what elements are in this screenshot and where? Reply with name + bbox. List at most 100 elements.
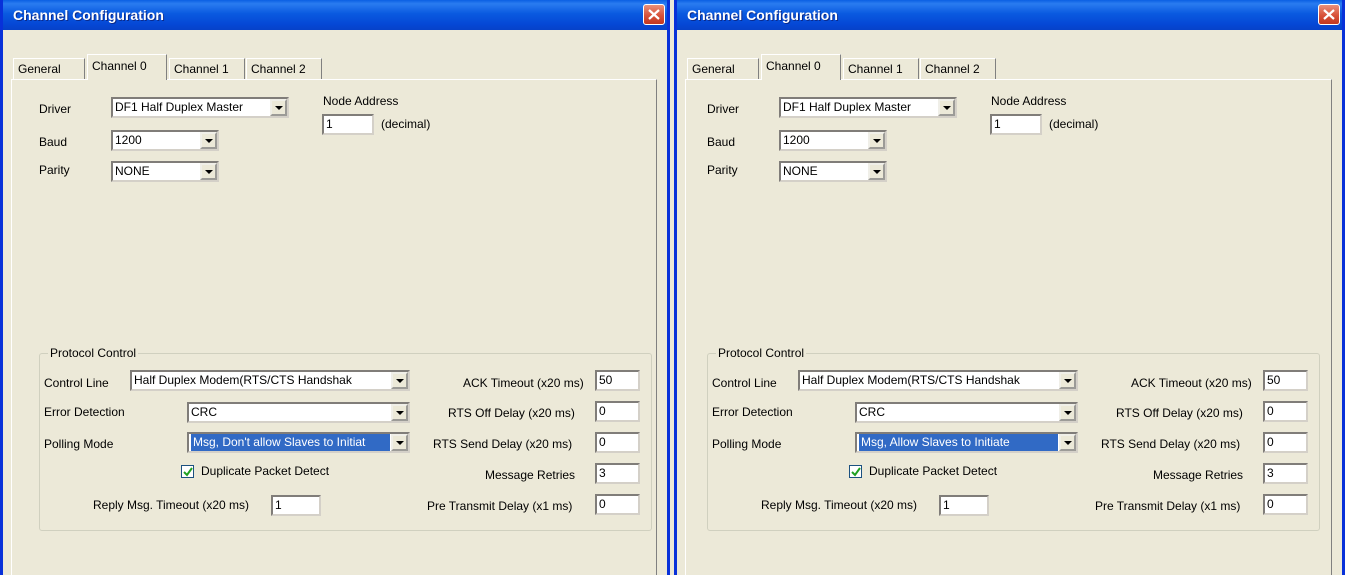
polling-mode-label: Polling Mode <box>712 437 782 451</box>
baud-select[interactable]: 1200 <box>111 130 219 151</box>
chevron-down-icon[interactable] <box>270 99 287 116</box>
driver-select[interactable]: DF1 Half Duplex Master <box>779 97 957 118</box>
polling-mode-label: Polling Mode <box>44 437 114 451</box>
baud-label: Baud <box>39 135 68 149</box>
ack-timeout-label: ACK Timeout (x20 ms) <box>1131 376 1252 390</box>
parity-select[interactable]: NONE <box>111 161 219 182</box>
ack-timeout-input[interactable]: 50 <box>1263 370 1308 391</box>
channel-config-window-right: Channel Configuration General Channel 0 … <box>674 0 1345 575</box>
polling-mode-value: Msg, Don't allow Slaves to Initiat <box>191 434 390 451</box>
chevron-down-icon[interactable] <box>938 99 955 116</box>
tab-label: Channel 0 <box>766 59 821 73</box>
tab-channel-2[interactable]: Channel 2 <box>920 58 996 79</box>
chevron-down-icon[interactable] <box>1059 372 1076 389</box>
driver-value: DF1 Half Duplex Master <box>783 100 912 114</box>
driver-select[interactable]: DF1 Half Duplex Master <box>111 97 289 118</box>
control-line-select[interactable]: Half Duplex Modem(RTS/CTS Handshak <box>798 370 1078 391</box>
chevron-down-icon[interactable] <box>391 372 408 389</box>
title-bar[interactable]: Channel Configuration <box>677 0 1342 30</box>
control-line-label: Control Line <box>44 376 109 390</box>
rts-off-delay-input[interactable]: 0 <box>1263 401 1308 422</box>
tab-label: Channel 1 <box>174 62 229 76</box>
parity-label: Parity <box>707 163 738 177</box>
baud-select[interactable]: 1200 <box>779 130 887 151</box>
tab-general[interactable]: General <box>687 58 759 79</box>
tab-channel-0[interactable]: Channel 0 <box>87 54 167 80</box>
chevron-down-icon[interactable] <box>391 434 408 451</box>
error-detection-value: CRC <box>191 405 217 419</box>
close-icon <box>648 9 660 20</box>
baud-value: 1200 <box>115 133 142 147</box>
chevron-down-icon[interactable] <box>1059 434 1076 451</box>
tab-channel-2[interactable]: Channel 2 <box>246 58 322 79</box>
close-button[interactable] <box>1318 4 1340 25</box>
window-title: Channel Configuration <box>13 7 164 23</box>
polling-mode-select[interactable]: Msg, Allow Slaves to Initiate <box>855 432 1078 453</box>
title-bar[interactable]: Channel Configuration <box>3 0 667 30</box>
reply-timeout-label: Reply Msg. Timeout (x20 ms) <box>761 498 918 512</box>
pre-transmit-delay-input[interactable]: 0 <box>1263 494 1308 515</box>
rts-off-delay-input[interactable]: 0 <box>595 401 640 422</box>
polling-mode-value: Msg, Allow Slaves to Initiate <box>859 434 1058 451</box>
message-retries-input[interactable]: 3 <box>1263 463 1308 484</box>
pre-transmit-delay-label: Pre Transmit Delay (x1 ms) <box>427 499 573 513</box>
rts-off-delay-label: RTS Off Delay (x20 ms) <box>448 406 575 420</box>
error-detection-label: Error Detection <box>712 405 793 419</box>
duplicate-packet-label: Duplicate Packet Detect <box>869 464 998 478</box>
control-line-select[interactable]: Half Duplex Modem(RTS/CTS Handshak <box>130 370 410 391</box>
pre-transmit-delay-label: Pre Transmit Delay (x1 ms) <box>1095 499 1241 513</box>
duplicate-packet-label: Duplicate Packet Detect <box>201 464 330 478</box>
rts-send-delay-input[interactable]: 0 <box>595 432 640 453</box>
close-icon <box>1323 9 1335 20</box>
reply-timeout-label: Reply Msg. Timeout (x20 ms) <box>93 498 250 512</box>
message-retries-input[interactable]: 3 <box>595 463 640 484</box>
duplicate-packet-checkbox[interactable] <box>181 465 194 478</box>
driver-label: Driver <box>707 102 739 116</box>
chevron-down-icon[interactable] <box>868 163 885 180</box>
chevron-down-icon[interactable] <box>200 132 217 149</box>
parity-label: Parity <box>39 163 70 177</box>
reply-timeout-input[interactable]: 1 <box>271 495 321 516</box>
chevron-down-icon[interactable] <box>868 132 885 149</box>
checkmark-icon <box>851 467 861 477</box>
tab-channel-1[interactable]: Channel 1 <box>843 58 919 79</box>
node-address-label: Node Address <box>323 94 399 108</box>
node-address-input[interactable]: 1 <box>322 114 374 135</box>
message-retries-label: Message Retries <box>485 468 576 482</box>
error-detection-select[interactable]: CRC <box>855 402 1078 423</box>
parity-value: NONE <box>115 164 150 178</box>
window-title: Channel Configuration <box>687 7 838 23</box>
driver-label: Driver <box>39 102 71 116</box>
tab-channel-0[interactable]: Channel 0 <box>761 54 841 80</box>
rts-send-delay-input[interactable]: 0 <box>1263 432 1308 453</box>
tab-label: Channel 0 <box>92 59 147 73</box>
duplicate-packet-checkbox[interactable] <box>849 465 862 478</box>
baud-value: 1200 <box>783 133 810 147</box>
checkmark-icon <box>183 467 193 477</box>
node-address-unit: (decimal) <box>381 117 431 131</box>
chevron-down-icon[interactable] <box>391 404 408 421</box>
parity-select[interactable]: NONE <box>779 161 887 182</box>
pre-transmit-delay-input[interactable]: 0 <box>595 494 640 515</box>
tab-label: Channel 2 <box>925 62 980 76</box>
control-line-value: Half Duplex Modem(RTS/CTS Handshak <box>802 373 1020 387</box>
channel-config-window-left: Channel Configuration General Channel 0 … <box>0 0 670 575</box>
rts-send-delay-label: RTS Send Delay (x20 ms) <box>1101 437 1241 451</box>
node-address-input[interactable]: 1 <box>990 114 1042 135</box>
rts-send-delay-label: RTS Send Delay (x20 ms) <box>433 437 573 451</box>
error-detection-value: CRC <box>859 405 885 419</box>
reply-timeout-input[interactable]: 1 <box>939 495 989 516</box>
error-detection-select[interactable]: CRC <box>187 402 410 423</box>
driver-value: DF1 Half Duplex Master <box>115 100 244 114</box>
chevron-down-icon[interactable] <box>200 163 217 180</box>
tab-label: Channel 1 <box>848 62 903 76</box>
chevron-down-icon[interactable] <box>1059 404 1076 421</box>
tab-channel-1[interactable]: Channel 1 <box>169 58 245 79</box>
error-detection-label: Error Detection <box>44 405 125 419</box>
tab-general[interactable]: General <box>13 58 85 79</box>
ack-timeout-input[interactable]: 50 <box>595 370 640 391</box>
close-button[interactable] <box>643 4 665 25</box>
group-label: Protocol Control <box>716 346 807 361</box>
tab-label: General <box>692 62 735 76</box>
polling-mode-select[interactable]: Msg, Don't allow Slaves to Initiat <box>187 432 410 453</box>
